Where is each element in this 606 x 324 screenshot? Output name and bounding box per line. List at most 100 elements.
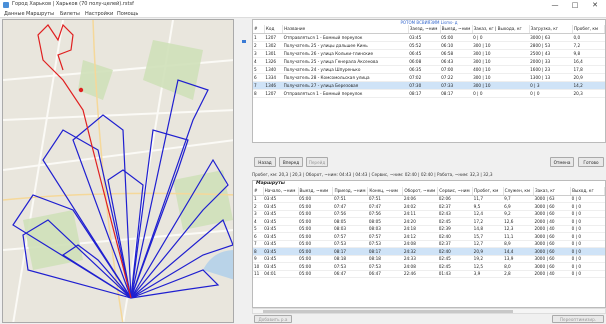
table-cell: 0 | 0	[570, 240, 605, 248]
table-cell: 07:47	[367, 202, 403, 211]
table-cell: 03:45	[263, 217, 299, 226]
stop-row[interactable]: 6 1334 Получатель 28 - Комсомольская улица…	[253, 73, 605, 82]
table-cell: 0 | 0	[472, 89, 530, 98]
table-cell: 07:53	[367, 240, 403, 248]
table-cell: 24:20	[402, 217, 438, 226]
table-cell: 03:45	[263, 210, 299, 218]
route-row[interactable]: 9 03:45 05:00 08:18 08:18 24:33 02:45 19,2 13,9 3…	[253, 255, 605, 263]
table-cell: 07:53	[332, 240, 368, 248]
reoptimize-button[interactable]: Переоптимизир.	[552, 315, 604, 323]
table-cell: Получатель 26 - улица Кольки-глинские	[282, 49, 409, 58]
table-cell: 24:06	[402, 195, 438, 203]
close-button[interactable]: ✕	[586, 0, 604, 10]
menu-settings[interactable]: Настройки	[85, 11, 113, 17]
route-map[interactable]	[2, 19, 234, 323]
column-header[interactable]: Выезд, ~ним	[440, 25, 473, 34]
column-header[interactable]: #	[253, 25, 265, 34]
back-button[interactable]: Назад	[254, 157, 276, 167]
route-row[interactable]: 4 03:45 05:00 08:05 08:05 24:20 02:45 17,2 12,6 2…	[253, 217, 605, 226]
table-cell: 3000 | 60	[533, 240, 571, 248]
column-header[interactable]: Служен, км	[503, 187, 534, 196]
menu-data[interactable]: Данные	[4, 11, 25, 17]
column-header[interactable]: Загрузка, кг	[529, 25, 574, 34]
depot-marker[interactable]	[78, 87, 84, 93]
route-row[interactable]: 10 03:45 05:00 07:53 07:53 24:08 02:45 12,5 8,0 3…	[253, 262, 605, 271]
column-header[interactable]: Приезд, ~ним	[332, 187, 369, 196]
column-header[interactable]: Заезд, ~ним	[408, 25, 441, 34]
table-cell: 300 | 10	[472, 81, 530, 90]
table-cell: 02:40	[437, 247, 473, 256]
stop-row[interactable]: 8 1207 Отправляться 1 - Бомный переулок 08:…	[253, 89, 605, 98]
map-canvas[interactable]	[3, 20, 234, 323]
pane-splitter[interactable]	[238, 19, 248, 323]
column-header[interactable]: Название	[282, 25, 409, 34]
table-cell: 1346	[264, 81, 283, 90]
column-header[interactable]: Сервис, ~ним	[437, 187, 474, 196]
maximize-button[interactable]: □	[566, 0, 584, 10]
column-header[interactable]: Оборот, ~ним	[402, 187, 439, 196]
stop-row[interactable]: 7 1346 Получатель 27 - улица Березовая 07:3…	[253, 81, 605, 90]
table-cell: 7	[253, 240, 264, 248]
table-cell: 0,0	[572, 33, 605, 42]
column-header[interactable]: Выход, кг	[570, 187, 605, 196]
horizontal-scrollbar[interactable]	[252, 308, 606, 314]
table-cell: 24:12	[402, 232, 438, 241]
table-cell: 08:17	[408, 89, 441, 98]
table-cell: 1	[253, 33, 265, 42]
route-row[interactable]: 3 03:45 05:00 07:56 07:56 24:11 02:43 12,4 9,2 30…	[253, 210, 605, 218]
route-row[interactable]: 8 03:45 05:00 08:17 08:17 24:32 02:40 20,9 14,4 3…	[253, 247, 605, 256]
column-header[interactable]: Код	[264, 25, 284, 34]
table-cell: 08:18	[332, 255, 368, 263]
table-cell: 0 | 0	[570, 262, 605, 271]
stop-row[interactable]: 5 1340 Получатель 24 - улица Шпуренько 06:3…	[253, 65, 605, 74]
table-cell: 8	[253, 247, 264, 256]
column-header[interactable]: #	[253, 187, 264, 196]
window-title: Город Харьков | Харьков (70 полу-целей).…	[12, 1, 134, 7]
navigation-buttons: Назад Вперед Перейд Отмена Готово	[252, 157, 606, 169]
table-cell: 1326	[264, 57, 283, 66]
route-row[interactable]: 2 03:45 05:00 07:47 07:47 24:02 02:37 9,5 6,9 300…	[253, 202, 605, 211]
table-cell: 16,4	[572, 57, 605, 66]
table-cell: 07:53	[332, 262, 368, 271]
route-row[interactable]: 11 04:01 05:00 06:47 06:47 22:46 01:43 3,9 2,8 20…	[253, 270, 605, 278]
table-cell: 05:00	[298, 262, 333, 271]
jump-button[interactable]: Перейд	[306, 157, 328, 167]
route-row[interactable]: 7 03:45 05:00 07:53 07:53 24:08 02:37 12,7 8,9 30…	[253, 240, 605, 248]
stop-row[interactable]: 2 1302 Получатель 25 - улицы дальшее Кинь 0…	[253, 41, 605, 50]
menu-tickets[interactable]: Билеты	[60, 11, 80, 17]
table-cell: 2000 | 40	[533, 217, 571, 226]
table-cell: 11,7	[472, 195, 504, 203]
cancel-button[interactable]: Отмена	[550, 157, 574, 167]
column-header[interactable]: Выезд, ~ним	[298, 187, 334, 196]
menu-routes[interactable]: Маршруты	[26, 11, 54, 17]
done-button[interactable]: Готово	[578, 157, 604, 167]
stop-row[interactable]: 4 1326 Получатель 25 - улица Генерала Аксе…	[253, 57, 605, 66]
column-header[interactable]: Конец, ~ним	[367, 187, 404, 196]
table-cell: 1	[253, 195, 264, 203]
table-cell: 05:00	[298, 217, 333, 226]
table-cell: 9,7	[503, 195, 534, 203]
route-row[interactable]: 5 03:45 05:00 08:03 08:03 24:18 02:39 14,8 12,3 2…	[253, 225, 605, 233]
forward-button[interactable]: Вперед	[279, 157, 303, 167]
column-header[interactable]: Пробег, км	[572, 25, 605, 34]
scrollbar-thumb[interactable]	[263, 310, 513, 313]
route-row[interactable]: 1 03:45 05:00 07:51 07:51 24:06 02:06 11,7 9,7 30…	[253, 195, 605, 203]
table-cell: 07:56	[367, 210, 403, 218]
stop-row[interactable]: 1 1207 Отправляться 1 - Бомный переулок 03:…	[253, 33, 605, 42]
table-cell: 4	[253, 57, 265, 66]
minimize-button[interactable]: —	[546, 0, 564, 10]
table-cell: 0 | 0	[529, 89, 573, 98]
table-cell: 08:03	[367, 225, 403, 233]
route-row[interactable]: 6 03:45 05:00 07:57 07:57 24:12 02:40 15,7 11,1 3…	[253, 232, 605, 241]
column-header[interactable]: Заказ, кг | Выхода, кг	[472, 25, 530, 34]
column-header[interactable]: Заказ, кг	[533, 187, 572, 196]
column-header[interactable]: Пробег, км	[472, 187, 504, 196]
column-header[interactable]: Начало, ~ним	[263, 187, 299, 196]
table-cell: 2	[253, 202, 264, 211]
table-cell: 0 | 0	[570, 195, 605, 203]
menu-help[interactable]: Помощь	[117, 11, 138, 17]
add-route-button[interactable]: Добавить р.а	[254, 315, 292, 323]
table-cell: 08:05	[367, 217, 403, 226]
stop-row[interactable]: 3 1301 Получатель 26 - улица Кольки-глинск…	[253, 49, 605, 58]
table-cell: 07:51	[367, 195, 403, 203]
